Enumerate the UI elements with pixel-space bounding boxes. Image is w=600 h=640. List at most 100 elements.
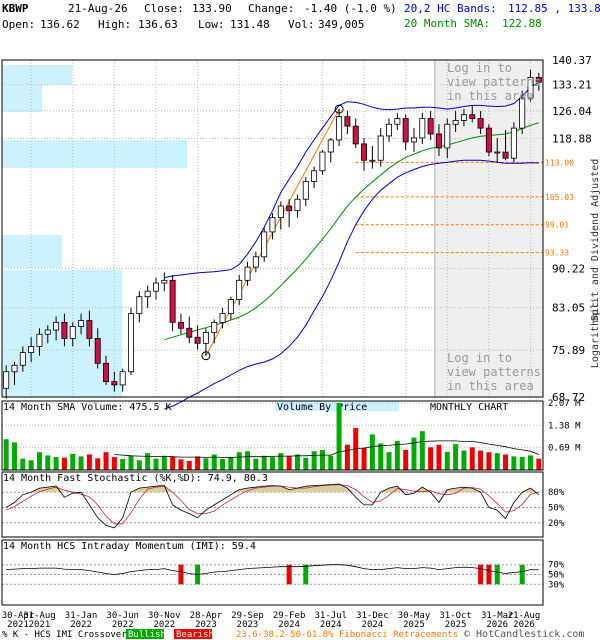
stock-chart: KBWP 21-Aug-26 Close: 133.90 Change: -1.… [1,2,600,640]
vol-label: Vol: [288,18,315,31]
candle-body [36,333,43,347]
volume-bar [145,453,151,470]
volume-bar [95,458,101,470]
volume-bar [294,454,300,470]
imi-tick-label: 30% [548,580,565,590]
candle-body [427,118,434,135]
volume-bar [136,460,142,470]
volume-tick-label: 0.69 M [548,444,581,454]
close-label: Close: [144,2,184,15]
x-tick-year: 2022 [153,620,175,630]
crossover-text: % K - HCS IMI Crossover: [2,630,132,640]
watermark-bottom-2: view patterns [447,365,541,379]
candle-body [277,205,284,219]
candle-body [103,362,110,382]
volume-bar [428,447,434,470]
volume-bar [203,458,209,470]
stochastic-panel: 14 Month Fast Stochastic (%K,%D): 74.9, … [1,471,565,538]
candle-body [144,290,151,298]
watermark-top-1: Log in to [447,61,512,75]
fib-label: 105.03 [545,193,574,202]
symbol: KBWP [2,2,29,15]
volume-bar [494,453,500,470]
candle-body [119,371,126,386]
volume-bar [378,443,384,470]
volume-sma-line [114,440,539,458]
scale-label: Logarithmic [590,302,600,368]
volume-bar [245,451,251,470]
volume-title: 14 Month SMA Volume: 475.5 K [3,402,172,413]
change-value: -1.40 (-1.0 %) [304,2,397,15]
candle-body [94,338,101,364]
candle-body [477,118,484,129]
volume-bar [536,458,542,470]
bands-label: 20,2 HC Bands: [404,2,497,15]
high-label: High: [98,18,131,31]
watermark-bottom-3: in this area [447,379,534,393]
candle-body [435,133,442,149]
volume-bar [303,457,309,470]
volume-bar [3,439,9,470]
candle-body [411,137,417,143]
candle-body [460,114,467,121]
sma-label: 20 Month SMA: [404,17,490,30]
change-label: Change: [248,2,294,15]
candle-body [469,114,476,119]
candle-body [11,364,18,373]
volume-tick-label: 1.38 M [548,421,581,431]
volume-bar [369,434,375,470]
volume-bar [461,450,467,470]
candle-body [227,299,234,315]
candle-body [394,118,401,125]
imi-line [6,564,539,575]
volume-bar [220,458,226,470]
volume-bar [453,444,459,470]
candle-body [152,282,159,292]
volume-panel: 14 Month SMA Volume: 475.5 K Volume By Pr… [1,399,581,471]
fib-text: 23.6-38.2-50-61.8% Fibonacci Retracement… [236,630,458,640]
candle-body [344,116,351,127]
candle-body [186,327,193,338]
volume-bar [286,456,292,470]
candle-body [128,313,134,373]
close-value: 133.90 [192,2,232,15]
candle-body [361,143,368,161]
sma-value: 122.88 [502,17,542,30]
vol-value: 349,005 [318,18,364,31]
volume-bar [478,450,484,470]
bearish-crossover-bar [478,564,484,585]
x-tick-year: 2021 [7,620,29,630]
candle-body [161,279,168,284]
volume-bar [111,457,117,470]
candle-body [69,326,76,339]
volume-bar [469,447,475,470]
bearish-label: Bearish [176,630,214,640]
candle-body [78,320,85,327]
copyright: © HotCandlestick.com [464,629,584,640]
candle-body [252,256,259,268]
candle-body [202,332,209,344]
volume-bar [161,455,167,470]
volume-bar [20,458,26,470]
candle-body [452,120,459,125]
candle-body [61,321,68,339]
bullish-crossover-bar [303,564,309,585]
volume-bar [528,455,534,470]
candle-body [28,345,35,354]
volume-bar [261,455,267,470]
price-tick-label: 75.89 [552,344,585,357]
fib-label: 99.01 [545,221,569,230]
candle-body [86,320,93,339]
fib-label: 113.00 [545,158,574,167]
volume-bar [186,460,192,470]
candle-body [485,127,492,153]
volume-bar [436,444,442,470]
volume-bar [444,451,450,470]
candle-body [510,127,517,159]
volume-bar [253,458,259,470]
bullish-crossover-bar [494,564,500,585]
price-tick-label: 90.22 [552,263,585,276]
imi-tick-label: 70% [548,561,565,571]
volume-bar [228,457,234,470]
candle-body [402,118,409,143]
